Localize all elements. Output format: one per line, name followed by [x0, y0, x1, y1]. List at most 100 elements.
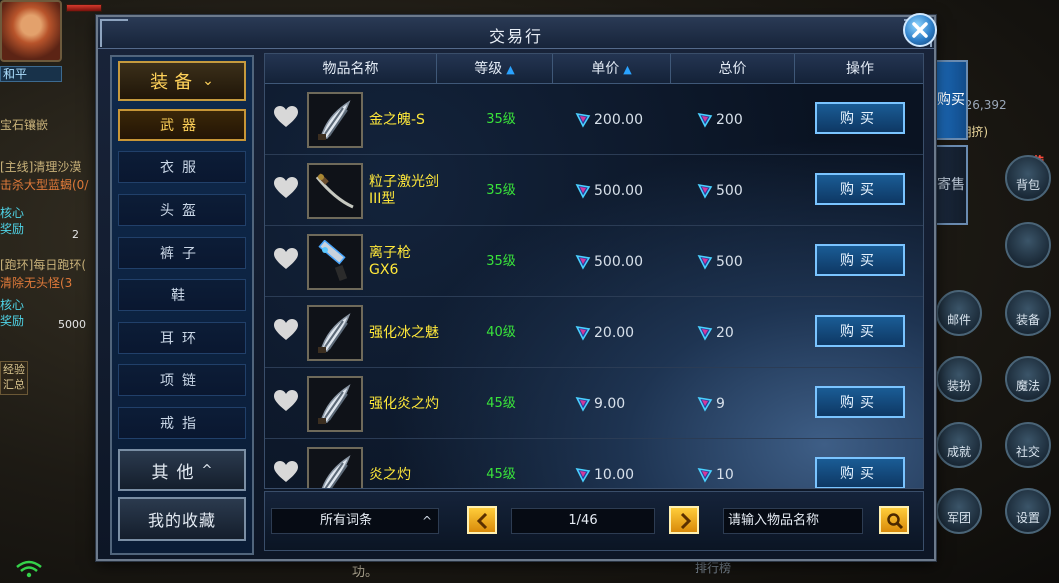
- col-header-unit-price[interactable]: 单价 ▲: [553, 54, 671, 84]
- buy-button[interactable]: 购买: [815, 173, 905, 205]
- item-search-input[interactable]: 请输入物品名称: [723, 508, 863, 534]
- target-icon[interactable]: [1005, 222, 1051, 268]
- gem-currency-icon: [575, 396, 591, 412]
- col-header-level[interactable]: 等级 ▲: [437, 54, 553, 84]
- chat-line: 功。: [352, 565, 379, 580]
- affix-filter-select[interactable]: 所有词条 ^: [271, 508, 439, 534]
- buy-button[interactable]: 购买: [815, 457, 905, 488]
- item-level: 35级: [486, 183, 516, 198]
- gem-currency-icon: [575, 467, 591, 483]
- item-level: 35级: [486, 254, 516, 269]
- gem-currency-icon: [575, 183, 591, 199]
- quest-label[interactable]: 宝石镶嵌: [0, 118, 48, 132]
- chevron-down-icon: ⌄: [202, 73, 214, 89]
- wifi-icon: [16, 560, 42, 578]
- table-row: 金之魄-S 35级 200.00 200 购买: [265, 85, 923, 155]
- category-item-clothes[interactable]: 衣服: [118, 151, 246, 183]
- favorite-heart-icon[interactable]: [273, 460, 299, 484]
- tab-buy[interactable]: 购买: [936, 60, 968, 140]
- item-thumbnail[interactable]: [307, 92, 363, 148]
- category-item-weapon[interactable]: 武器: [118, 109, 246, 141]
- achievement-button[interactable]: 成就: [936, 422, 982, 468]
- category-panel: 装备 ⌄ 武器 衣服 头盔 裤子 鞋 耳环 项链 戒指 其他 ^ 我的收藏: [110, 55, 254, 555]
- equipment-button[interactable]: 装备: [1005, 290, 1051, 336]
- category-header-label: 装备: [150, 72, 199, 93]
- gem-currency-icon: [697, 325, 713, 341]
- category-other-button[interactable]: 其他 ^: [118, 449, 246, 491]
- item-thumbnail[interactable]: [307, 305, 363, 361]
- social-button[interactable]: 社交: [1005, 422, 1051, 468]
- gem-currency-icon: [697, 254, 713, 270]
- gem-currency-icon: [697, 183, 713, 199]
- quest-main-title[interactable]: [主线]清理沙漠: [0, 160, 81, 174]
- magic-button[interactable]: 魔法: [1005, 356, 1051, 402]
- buy-button[interactable]: 购买: [815, 315, 905, 347]
- pk-mode-label[interactable]: 和平: [0, 66, 62, 82]
- player-portrait[interactable]: [0, 0, 62, 62]
- favorite-heart-icon[interactable]: [273, 105, 299, 129]
- page-indicator: 1/46: [511, 508, 655, 534]
- leaderboard-label[interactable]: 排行榜: [695, 559, 731, 576]
- gem-currency-icon: [697, 467, 713, 483]
- table-row: 离子枪GX6 35级 500.00 500 购买: [265, 227, 923, 297]
- item-thumbnail[interactable]: [307, 447, 363, 488]
- category-item-necklace[interactable]: 项链: [118, 364, 246, 396]
- category-item-earring[interactable]: 耳环: [118, 322, 246, 354]
- buy-button[interactable]: 购买: [815, 102, 905, 134]
- quest-reward-label: 奖励: [0, 222, 25, 236]
- tab-sell[interactable]: 寄售: [936, 145, 968, 225]
- item-thumbnail[interactable]: [307, 376, 363, 432]
- table-row: 强化冰之魅 40级 20.00 20 购买: [265, 298, 923, 368]
- category-dropdown-equipment[interactable]: 装备 ⌄: [118, 61, 246, 101]
- quest-main-desc: 击杀大型蓝蝎(0/: [0, 178, 89, 192]
- gem-currency-icon: [697, 112, 713, 128]
- favorite-heart-icon[interactable]: [273, 389, 299, 413]
- item-total-price: 10: [697, 440, 734, 488]
- quest-reward-label: 核心: [0, 206, 25, 220]
- dialog-titlebar: 交易行: [98, 17, 934, 49]
- search-button[interactable]: [879, 506, 909, 534]
- col-header-total-price[interactable]: 总价: [671, 54, 795, 84]
- prev-page-button[interactable]: [467, 506, 497, 534]
- item-total-price: 500: [697, 156, 743, 226]
- mail-button[interactable]: 邮件: [936, 290, 982, 336]
- exp-summary-button[interactable]: 经验汇总: [0, 361, 28, 395]
- bag-button[interactable]: 背包: [1005, 155, 1051, 201]
- outfit-button[interactable]: 装扮: [936, 356, 982, 402]
- item-thumbnail[interactable]: [307, 163, 363, 219]
- category-item-ring[interactable]: 戒指: [118, 407, 246, 439]
- table-row: 炎之灼 45级 10.00 10 购买: [265, 440, 923, 488]
- favorite-heart-icon[interactable]: [273, 176, 299, 200]
- my-favorites-button[interactable]: 我的收藏: [118, 497, 246, 541]
- item-name: 离子枪GX6: [369, 245, 411, 278]
- buy-button[interactable]: 购买: [815, 244, 905, 276]
- favorite-heart-icon[interactable]: [273, 318, 299, 342]
- quest-daily-desc: 清除无头怪(3: [0, 276, 73, 290]
- chevron-up-icon: ^: [421, 514, 432, 528]
- favorite-heart-icon[interactable]: [273, 247, 299, 271]
- col-header-name: 物品名称: [265, 54, 437, 84]
- quest-daily-title[interactable]: [跑环]每日跑环(: [0, 258, 86, 272]
- reward-count: 5000: [58, 318, 86, 331]
- legion-button[interactable]: 军团: [936, 488, 982, 534]
- item-level: 45级: [486, 467, 516, 482]
- close-button[interactable]: [903, 13, 937, 47]
- category-item-helmet[interactable]: 头盔: [118, 194, 246, 226]
- item-name: 粒子激光剑III型: [369, 174, 439, 207]
- item-total-price: 500: [697, 227, 743, 297]
- next-page-button[interactable]: [669, 506, 699, 534]
- settings-button[interactable]: 设置: [1005, 488, 1051, 534]
- chevron-left-icon: [476, 513, 488, 529]
- buy-button[interactable]: 购买: [815, 386, 905, 418]
- table-row: 强化炎之灼 45级 9.00 9 购买: [265, 369, 923, 439]
- item-thumbnail[interactable]: [307, 234, 363, 290]
- category-item-shoes[interactable]: 鞋: [118, 279, 246, 311]
- sort-up-icon: ▲: [506, 63, 515, 76]
- dialog-title: 交易行: [488, 27, 543, 46]
- item-unit-price: 10.00: [575, 440, 634, 488]
- item-name: 强化冰之魅: [369, 324, 439, 341]
- category-item-pants[interactable]: 裤子: [118, 237, 246, 269]
- item-name: 炎之灼: [369, 466, 411, 483]
- chevron-right-icon: [680, 513, 692, 529]
- item-total-price: 20: [697, 298, 734, 368]
